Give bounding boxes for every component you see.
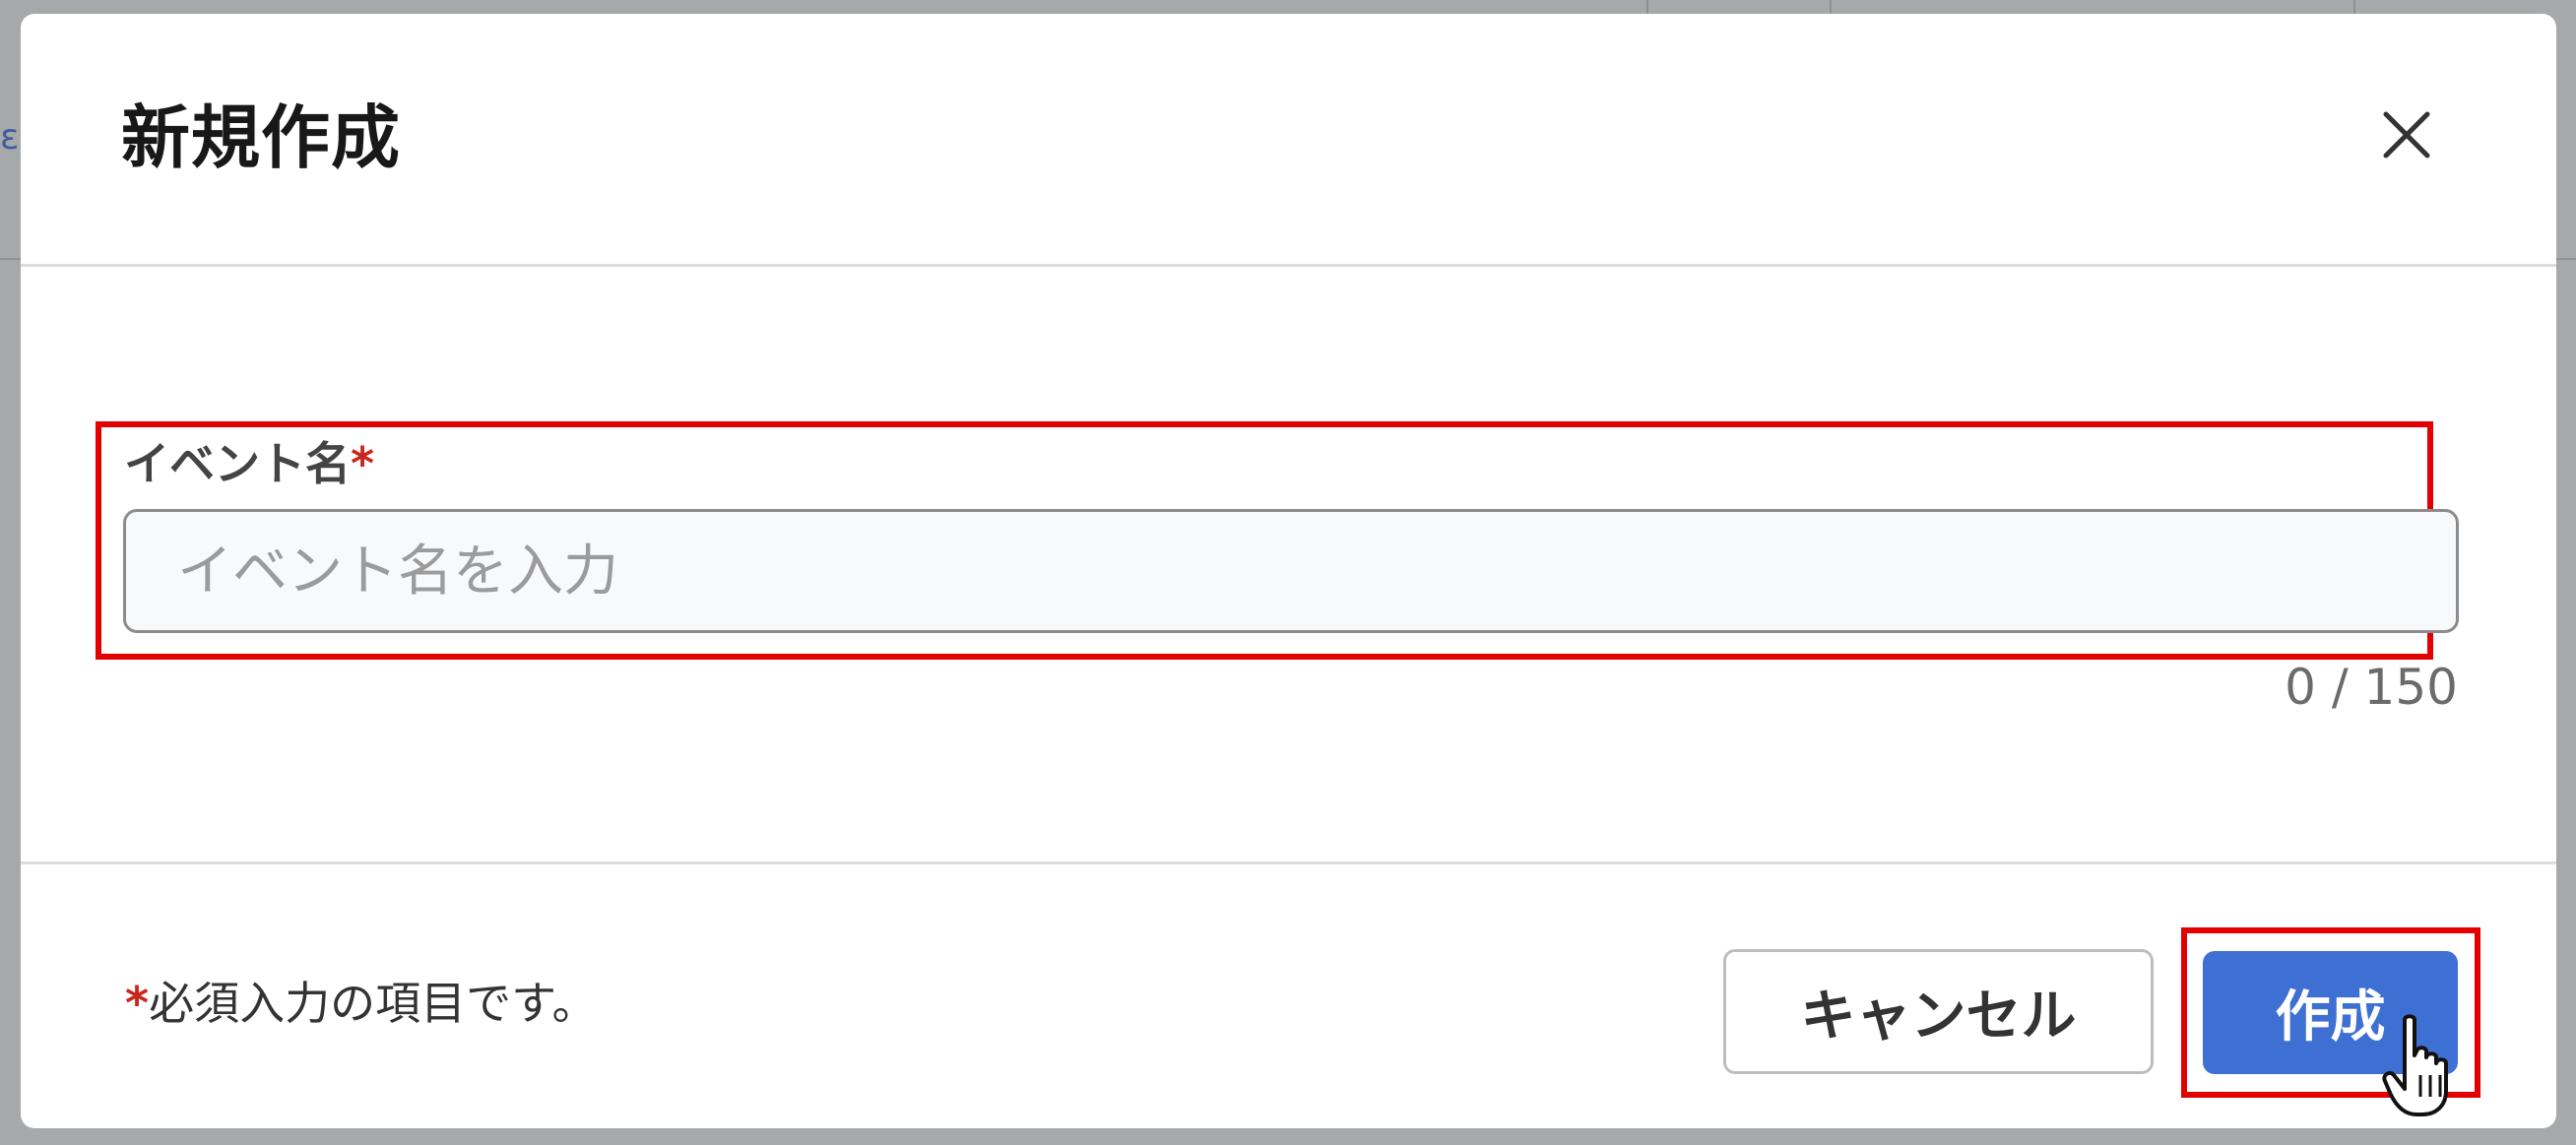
required-note: *必須入力の項目です。 xyxy=(125,976,597,1031)
dialog-footer: *必須入力の項目です。 キャンセル 作成 xyxy=(21,861,2556,1128)
background-column-divider xyxy=(1646,0,1648,14)
required-note-asterisk: * xyxy=(125,977,150,1030)
background-column-divider xyxy=(1830,0,1832,14)
event-name-input[interactable] xyxy=(123,509,2459,633)
background-link-fragment: ε xyxy=(0,117,20,158)
dialog-title: 新規作成 xyxy=(121,97,401,178)
dialog-header: 新規作成 xyxy=(21,14,2556,267)
hand-pointer-icon xyxy=(2382,1014,2448,1116)
dialog-body: イベント名* 0 / 150 xyxy=(21,267,2556,873)
required-asterisk: * xyxy=(351,437,375,490)
cancel-button[interactable]: キャンセル xyxy=(1723,949,2154,1074)
close-icon xyxy=(2383,111,2430,159)
background-column-divider xyxy=(2353,0,2355,14)
close-button[interactable] xyxy=(2362,91,2451,179)
event-name-label: イベント名* xyxy=(124,436,374,491)
create-dialog: 新規作成 イベント名* 0 / 150 *必須入力の項目です。 キャンセル 作成 xyxy=(21,14,2556,1128)
character-counter: 0 / 150 xyxy=(2285,659,2458,716)
required-note-text: 必須入力の項目です。 xyxy=(149,977,598,1030)
event-name-label-text: イベント名 xyxy=(124,437,351,490)
